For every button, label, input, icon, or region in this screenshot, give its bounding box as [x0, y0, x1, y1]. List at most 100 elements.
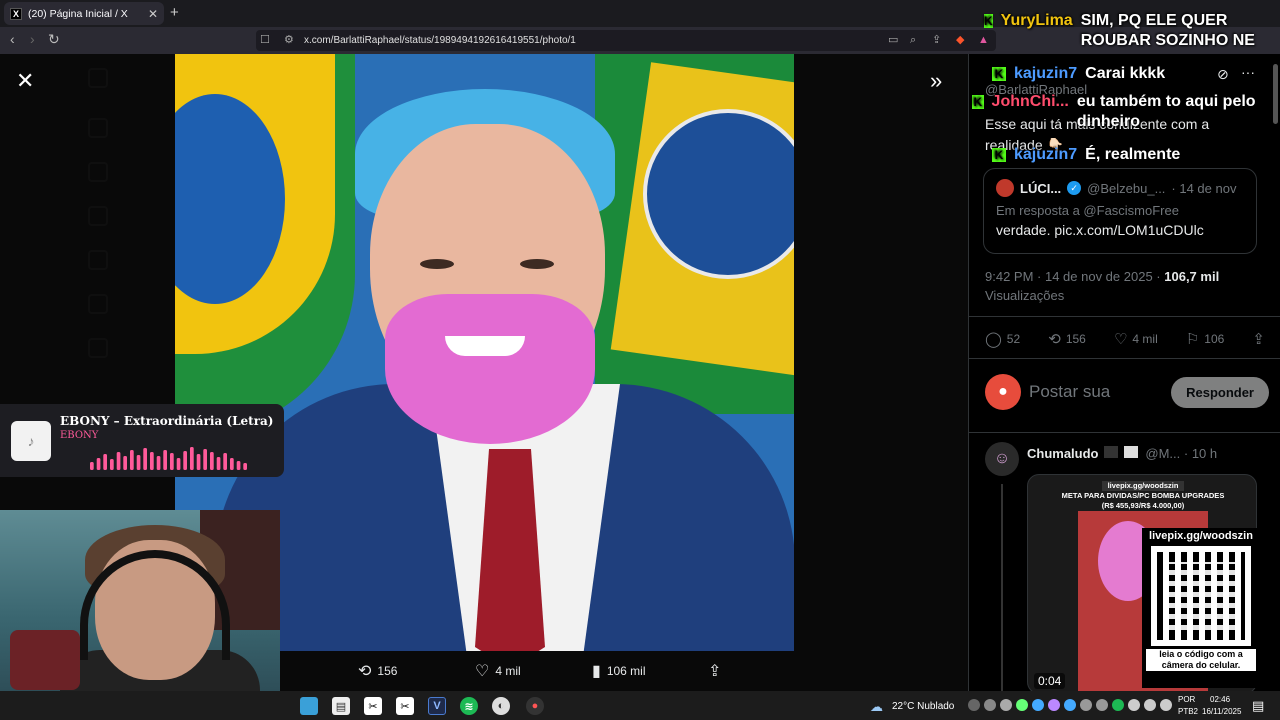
network-icon[interactable] [1144, 699, 1156, 711]
clock-time[interactable]: 02:46 [1210, 695, 1230, 704]
reply-author-name[interactable]: Chumaludo [1027, 446, 1099, 461]
share-icon[interactable]: ⇪ [932, 30, 941, 51]
vegas-icon[interactable]: V [428, 697, 446, 715]
reply-button[interactable]: Responder [1171, 376, 1269, 408]
tweet-timestamp[interactable]: 9:42 PM · 14 de nov de 2025 · [985, 269, 1161, 284]
site-info-icon[interactable]: ⚙ [284, 30, 294, 51]
kick-icon: K [972, 95, 984, 109]
quote-reply-to: Em resposta a @FascismoFree [996, 203, 1179, 218]
notification-icon[interactable]: ▤ [1252, 698, 1264, 714]
spotify-tray-icon[interactable] [1112, 699, 1124, 711]
language-text[interactable]: POR [1178, 695, 1195, 704]
reply-time: · 10 h [1183, 446, 1218, 461]
like-action[interactable]: ♡ 4 mil [475, 661, 521, 681]
repost-stat[interactable]: ⟲ 156 [1048, 330, 1086, 348]
notepad-icon[interactable]: ▤ [332, 697, 350, 715]
reply-tweet-header: Chumaludo @M... · 10 h [1027, 446, 1217, 461]
waveform-bar [96, 458, 101, 470]
brave-shield-icon[interactable]: ◆ [956, 30, 964, 51]
volume-icon[interactable] [1160, 699, 1172, 711]
tray-icon[interactable] [1016, 699, 1028, 711]
chat-user: kajuzin7 [1014, 65, 1078, 82]
waveform-bar [223, 453, 227, 470]
views-count: 106 mil [606, 664, 646, 678]
avatar[interactable]: ☺ [985, 442, 1019, 476]
layout-text[interactable]: PTB2 [1178, 707, 1198, 716]
capcut-alt-icon[interactable]: ✂ [396, 697, 414, 715]
tray-icon[interactable] [1032, 699, 1044, 711]
taskbar: ▤ ✂ ✂ V ≋ ◐ ● ☁ 22°C Nublado POR PTB2 02… [0, 691, 1280, 720]
url-bar[interactable]: ☐ ⚙ x.com/BarlattiRaphael/status/1989494… [256, 30, 996, 51]
quote-date: · 14 de nov [1171, 180, 1237, 196]
close-viewer-icon[interactable]: ✕ [16, 68, 34, 94]
share-action[interactable]: ⇪ [708, 661, 721, 681]
zoom-icon[interactable]: ⌕ [910, 30, 916, 51]
chat-message: K kajuzin7 É, realmente [992, 145, 1180, 165]
waveform-bar [103, 454, 107, 470]
reader-icon[interactable]: ▭ [888, 30, 898, 51]
divider [969, 316, 1280, 317]
chat-user: kajuzin7 [1014, 146, 1078, 163]
tray-icon[interactable] [1080, 699, 1092, 711]
promo-url: livepix.gg/woodszin [1101, 481, 1185, 491]
divider [969, 358, 1280, 359]
waveform-bar [243, 463, 247, 470]
tray-icon[interactable] [968, 699, 980, 711]
spotify-icon[interactable]: ≋ [460, 697, 478, 715]
microphone-icon [10, 630, 80, 690]
url-text: x.com/BarlattiRaphael/status/19894941926… [304, 35, 576, 46]
back-icon[interactable]: ‹ [10, 31, 15, 47]
tray-icon[interactable] [1096, 699, 1108, 711]
quote-body: verdade. pic.x.com/LOM1uCDUlc [996, 222, 1204, 238]
bookmark-stat[interactable]: ⚐ 106 [1186, 330, 1224, 348]
close-tab-icon[interactable]: ✕ [148, 7, 158, 21]
chat-message: K kajuzin7 Carai kkkk [992, 64, 1165, 84]
waveform-bar [136, 455, 141, 470]
waveform-bar [196, 454, 201, 470]
webcam-overlay [0, 510, 280, 691]
like-stat[interactable]: ♡ 4 mil [1114, 330, 1158, 348]
quoted-tweet[interactable]: LÚCI... ✓ @Belzebu_... · 14 de nov Em re… [983, 168, 1257, 254]
x-logo-icon: X [10, 7, 22, 20]
app-icon[interactable]: ◐ [492, 697, 510, 715]
tray-icon[interactable] [1048, 699, 1060, 711]
bluetooth-icon[interactable] [1064, 699, 1076, 711]
reply-composer: ● Postar sua Responder [985, 372, 1269, 412]
file-explorer-icon[interactable] [300, 697, 318, 715]
weather-text[interactable]: 22°C Nublado [892, 701, 954, 712]
reply-stat[interactable]: ◯ 52 [985, 330, 1020, 348]
promo-amount: (R$ 455,93/R$ 4.000,00) [1101, 501, 1185, 510]
waveform-bar [210, 452, 214, 470]
chat-text: É, realmente [1085, 146, 1181, 163]
reply-count: 52 [1006, 332, 1021, 346]
tweet-stats: ◯ 52 ⟲ 156 ♡ 4 mil ⚐ 106 ⇪ [985, 330, 1265, 348]
tweet-views-label: Visualizações [985, 288, 1065, 303]
bookmark-page-icon[interactable]: ☐ [260, 30, 270, 51]
waveform-bar [130, 450, 134, 470]
photo-action-bar: ⟲ 156 ♡ 4 mil ▮ 106 mil ⇪ [280, 651, 968, 691]
reply-input[interactable]: Postar sua [1029, 382, 1171, 402]
tray-icon[interactable] [1000, 699, 1012, 711]
share-icon: ⇪ [1252, 331, 1265, 348]
repost-action[interactable]: ⟲ 156 [358, 661, 397, 681]
waveform-bar [150, 452, 154, 470]
browser-tab[interactable]: X (20) Página Inicial / X ✕ [4, 2, 164, 25]
kick-icon: K [992, 148, 1006, 162]
waveform-bar [170, 453, 174, 470]
views-action[interactable]: ▮ 106 mil [592, 661, 646, 681]
chat-user: YuryLima [1000, 12, 1073, 29]
video-timer: 0:04 [1034, 673, 1066, 689]
mic-tray-icon[interactable] [1128, 699, 1140, 711]
reload-icon[interactable]: ↻ [48, 31, 60, 48]
clock-date[interactable]: 16/11/2025 [1202, 707, 1241, 716]
capcut-icon[interactable]: ✂ [364, 697, 382, 715]
new-tab-icon[interactable]: + [170, 4, 179, 21]
tray-icon[interactable] [984, 699, 996, 711]
qr-overlay: livepix.gg/woodszin leia o código com a … [1142, 528, 1260, 688]
obs-icon[interactable]: ● [526, 697, 544, 715]
share-stat[interactable]: ⇪ [1252, 330, 1265, 348]
expand-panel-icon[interactable]: » [930, 68, 942, 94]
chat-user: JohnChi... [991, 93, 1069, 110]
waveform-bar [163, 450, 167, 470]
forward-icon[interactable]: › [30, 31, 35, 47]
